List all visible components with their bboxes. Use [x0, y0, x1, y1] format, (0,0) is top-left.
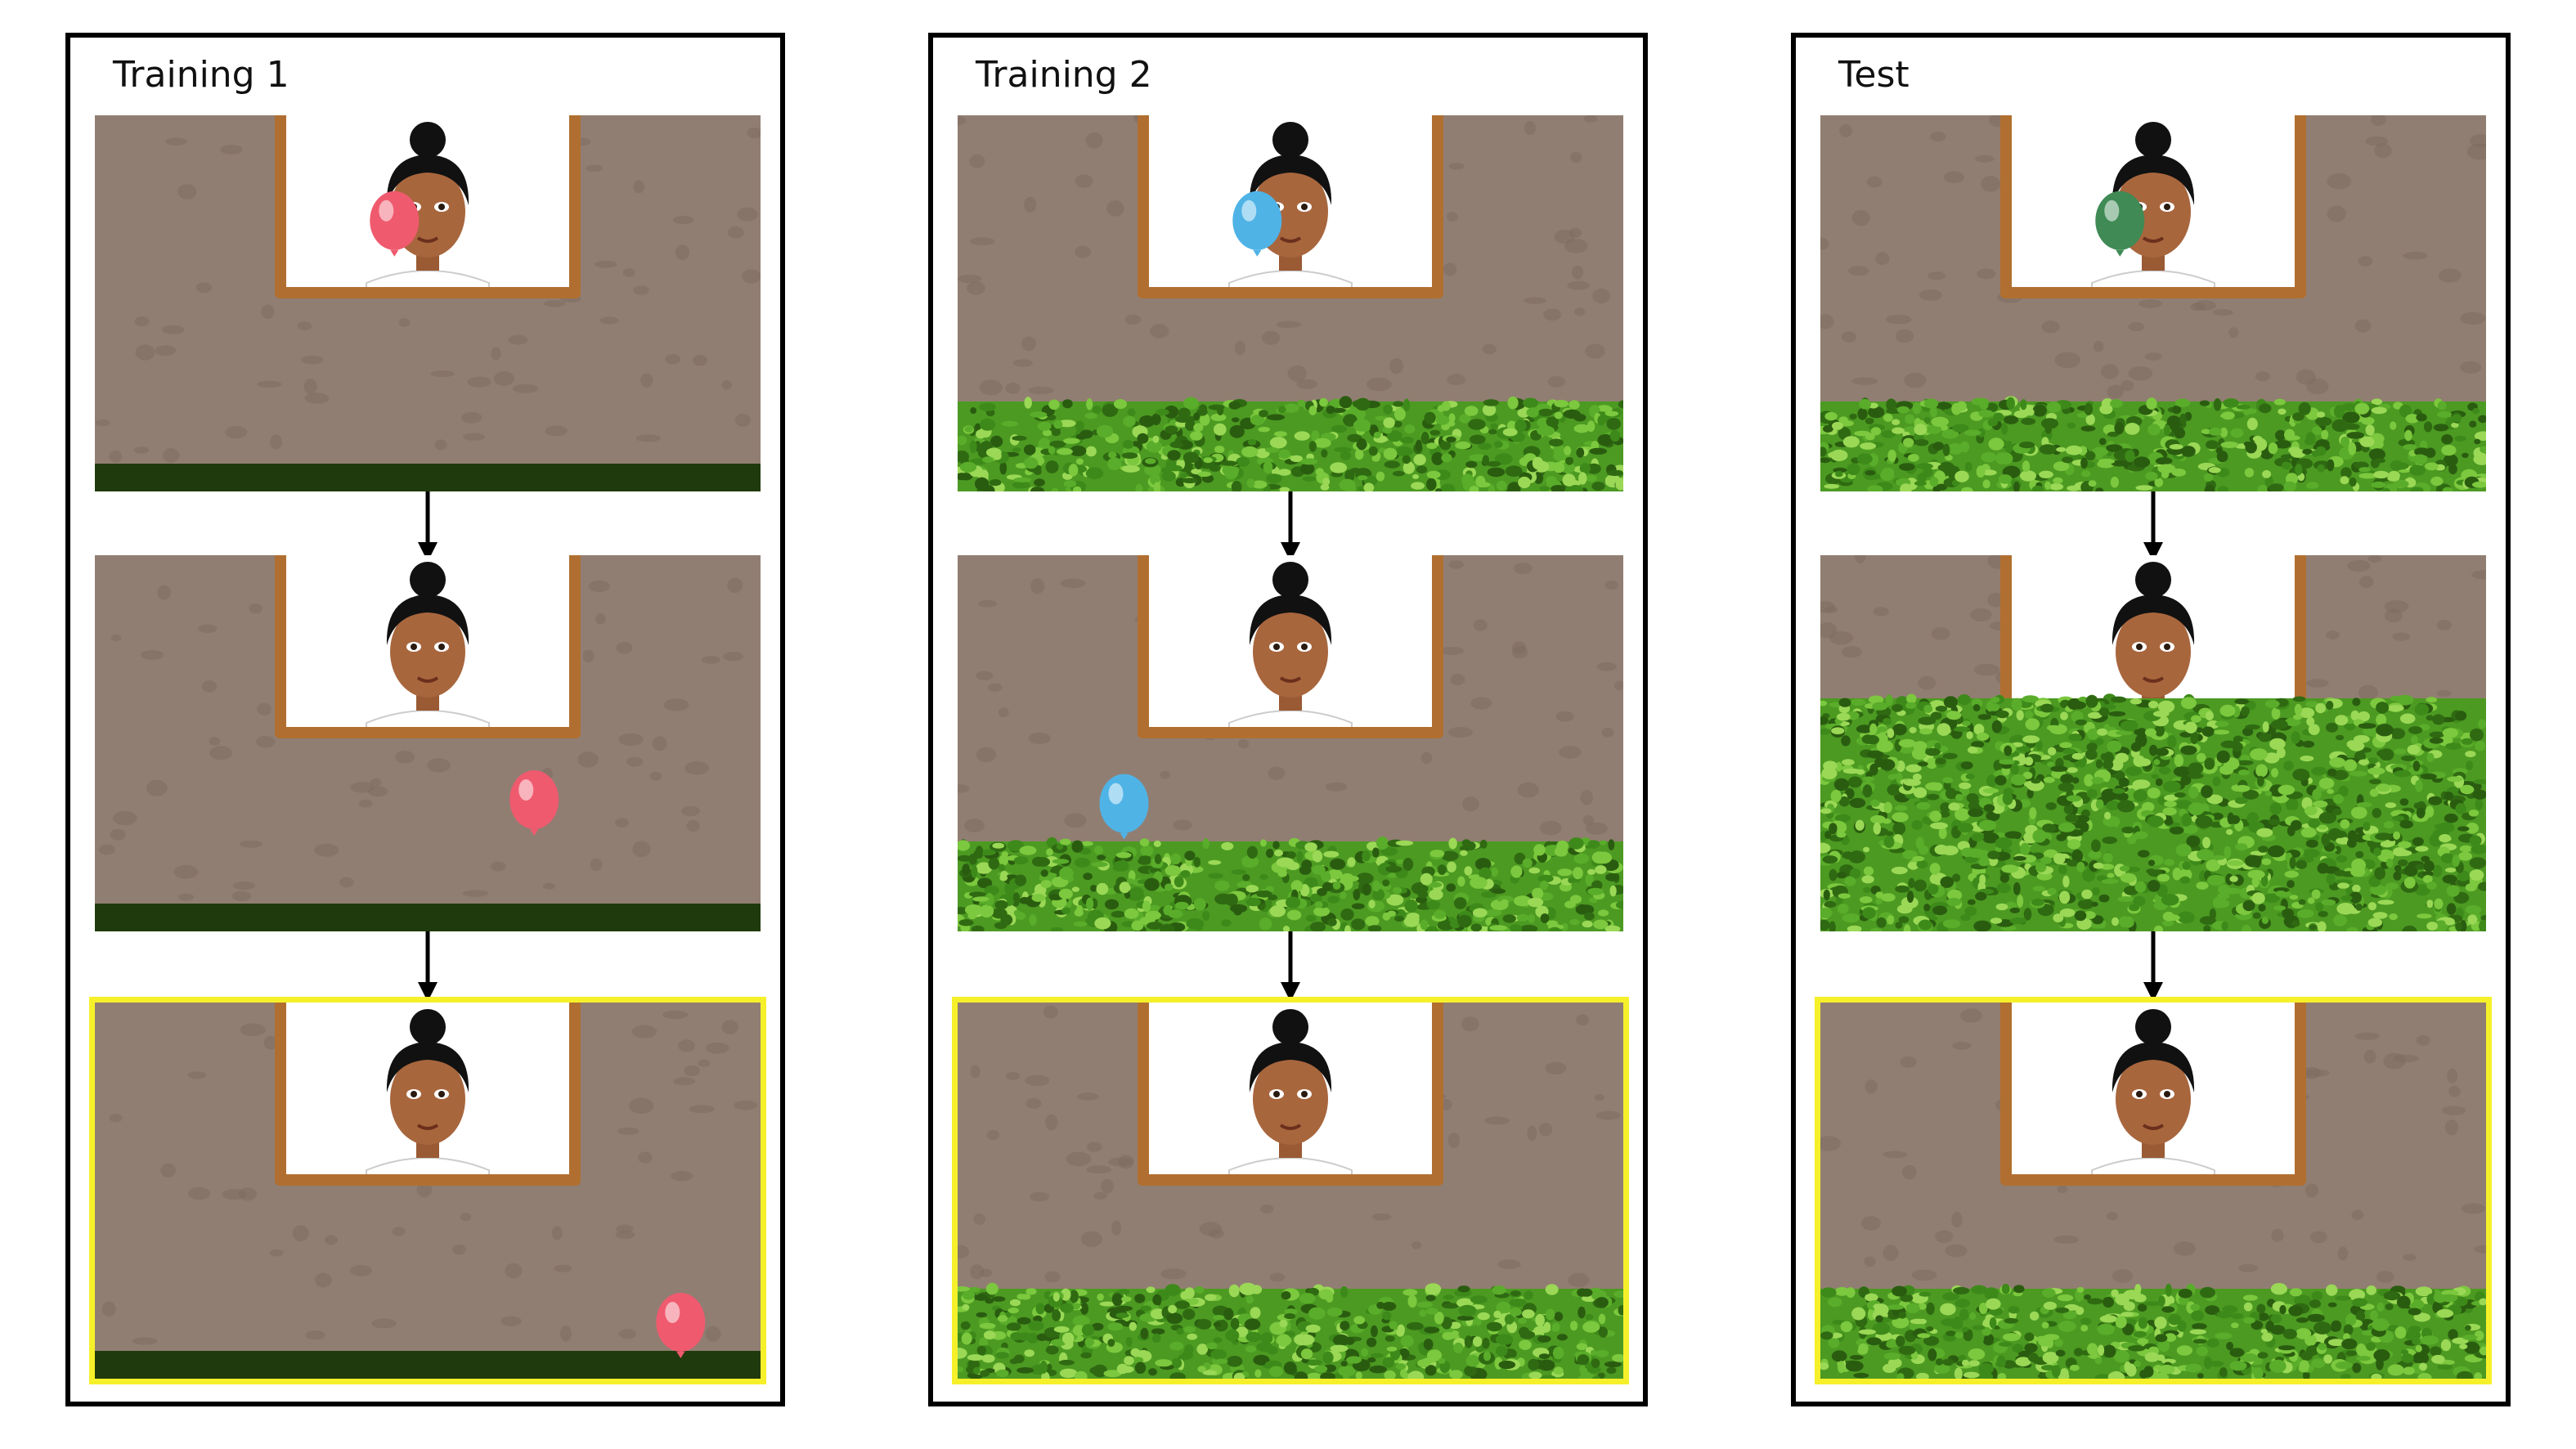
down-arrow-icon	[2143, 931, 2163, 1003]
scene-1	[95, 115, 761, 491]
scene-2	[958, 555, 1623, 931]
down-arrow-icon	[1281, 931, 1300, 1003]
scene-2	[1820, 555, 2486, 931]
down-arrow-icon	[418, 931, 438, 1003]
down-arrow-icon	[418, 491, 438, 563]
down-arrow-icon	[2143, 491, 2163, 563]
panel-title: Test	[1838, 54, 1910, 96]
scene-3-highlighted	[1815, 997, 2492, 1384]
panel-title: Training 1	[113, 54, 289, 96]
panel-test: Test	[1791, 33, 2511, 1406]
down-arrow-icon	[1281, 491, 1300, 563]
scene-1	[1820, 115, 2486, 491]
scene-2	[95, 555, 761, 931]
scene-1	[958, 115, 1623, 491]
scene-3-highlighted	[89, 997, 766, 1384]
scene-3-highlighted	[952, 997, 1629, 1384]
panel-title: Training 2	[976, 54, 1152, 96]
panel-training-1: Training 1	[65, 33, 785, 1406]
panel-training-2: Training 2	[928, 33, 1648, 1406]
